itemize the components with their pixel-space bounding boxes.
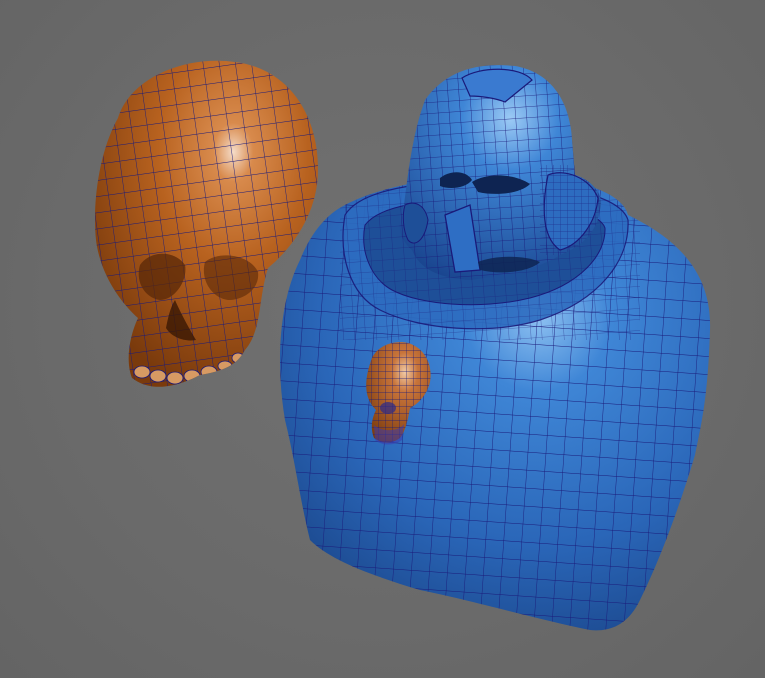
3d-viewport[interactable] [0,0,765,678]
viewport-canvas[interactable] [0,0,765,678]
skull-emblem-eye [380,402,396,414]
